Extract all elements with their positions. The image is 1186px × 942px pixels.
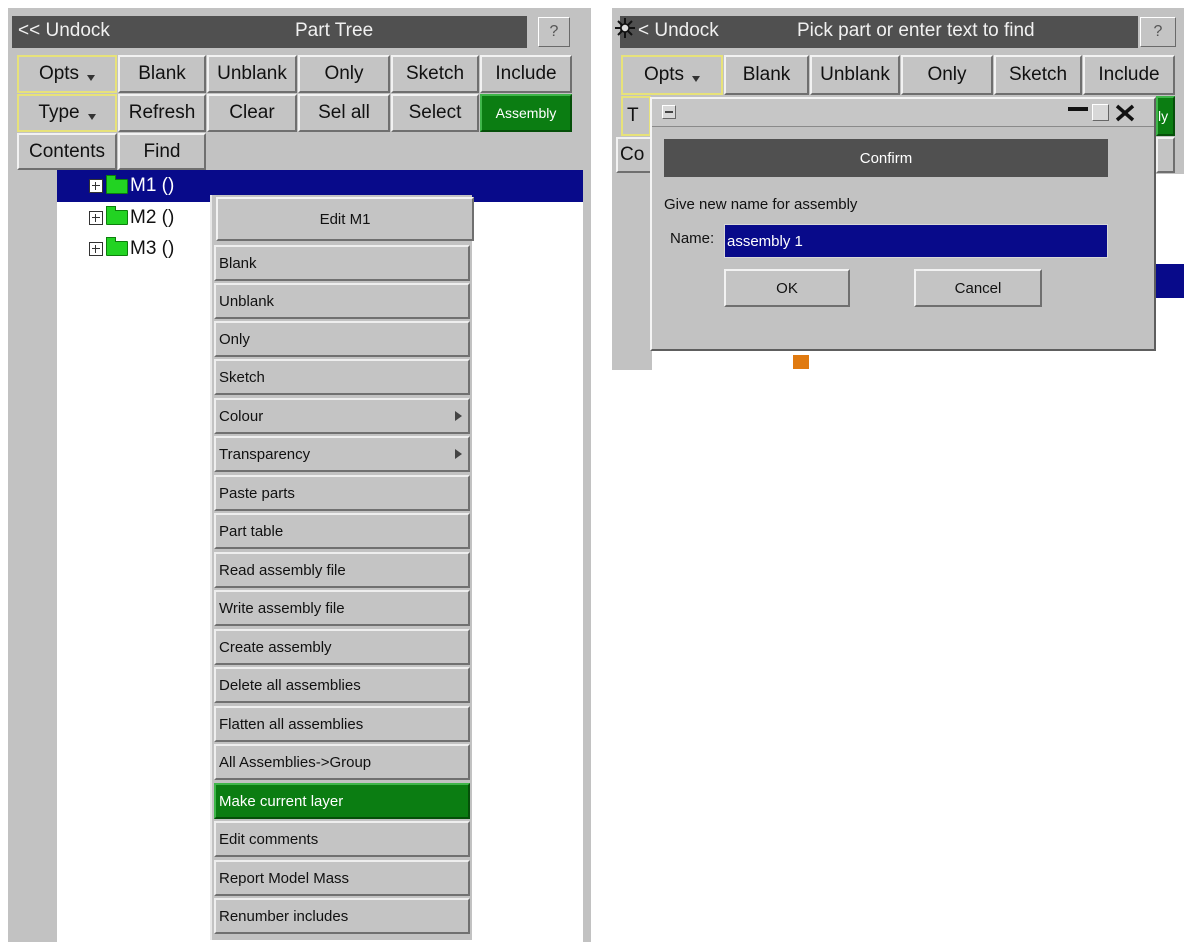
menu-item-report-model-mass[interactable]: Report Model Mass (214, 860, 470, 896)
panel-title: Part Tree (295, 20, 374, 41)
cancel-button[interactable]: Cancel (914, 269, 1042, 307)
folder-icon (106, 206, 128, 225)
menu-item-unblank[interactable]: Unblank (214, 283, 470, 319)
select-all-button[interactable]: Sel all (298, 94, 390, 132)
menu-item-transparency[interactable]: Transparency (214, 436, 470, 472)
close-icon[interactable] (1114, 103, 1136, 123)
pin-icon[interactable] (614, 17, 636, 39)
find-button[interactable]: Find (118, 133, 206, 170)
tree-item-label: M2 () (130, 206, 175, 228)
maximize-icon[interactable] (1092, 104, 1109, 121)
menu-item-all-assemblies-group[interactable]: All Assemblies->Group (214, 744, 470, 780)
menu-item-blank[interactable]: Blank (214, 245, 470, 281)
part-icon (793, 355, 809, 369)
expand-icon[interactable] (89, 210, 103, 225)
help-button[interactable]: ? (1140, 17, 1176, 47)
undock-button[interactable]: < Undock (638, 20, 719, 42)
confirm-dialog: Confirm Give new name for assembly Name:… (650, 97, 1156, 351)
menu-item-make-current-layer[interactable]: Make current layer (214, 783, 470, 819)
find-panel: < Undock Pick part or enter text to find… (612, 8, 1184, 370)
context-menu-header: Edit M1 (216, 197, 474, 241)
minimize-icon[interactable] (1068, 104, 1088, 122)
menu-item-paste-parts[interactable]: Paste parts (214, 475, 470, 511)
select-button[interactable]: Select (391, 94, 479, 132)
submenu-arrow-icon (455, 411, 462, 421)
unblank-button[interactable]: Unblank (810, 55, 900, 95)
menu-item-write-assembly-file[interactable]: Write assembly file (214, 590, 470, 626)
dialog-title: Confirm (664, 139, 1108, 177)
only-button[interactable]: Only (901, 55, 993, 95)
help-button[interactable]: ? (538, 17, 570, 47)
folder-icon (106, 237, 128, 256)
sketch-button[interactable]: Sketch (994, 55, 1082, 95)
expand-icon[interactable] (89, 241, 103, 256)
dialog-window-bar (652, 99, 1154, 127)
blank-button[interactable]: Blank (724, 55, 809, 95)
tree-item-label: M1 () (130, 175, 175, 196)
opts-button[interactable]: Opts (17, 55, 117, 93)
clear-button[interactable]: Clear (207, 94, 297, 132)
submenu-arrow-icon (455, 449, 462, 459)
name-input[interactable]: assembly 1 (724, 224, 1108, 258)
blank-button[interactable]: Blank (118, 55, 206, 93)
dropdown-arrow-icon (87, 75, 96, 81)
menu-item-colour[interactable]: Colour (214, 398, 470, 434)
menu-item-flatten-all-assemblies[interactable]: Flatten all assemblies (214, 706, 470, 742)
window-menu-icon[interactable] (662, 105, 676, 119)
only-button[interactable]: Only (298, 55, 390, 93)
menu-item-edit-comments[interactable]: Edit comments (214, 821, 470, 857)
include-button[interactable]: Include (480, 55, 572, 93)
find-titlebar: < Undock Pick part or enter text to find (620, 16, 1138, 48)
part-tree-titlebar: << Undock Part Tree (12, 16, 527, 48)
menu-item-only[interactable]: Only (214, 321, 470, 357)
dropdown-arrow-icon (87, 114, 96, 120)
assembly-button[interactable]: ly (1156, 96, 1175, 136)
expand-icon[interactable] (89, 179, 103, 193)
menu-item-delete-all-assemblies[interactable]: Delete all assemblies (214, 667, 470, 703)
assembly-button[interactable]: Assembly (480, 94, 572, 132)
menu-item-sketch[interactable]: Sketch (214, 359, 470, 395)
sketch-button[interactable]: Sketch (391, 55, 479, 93)
context-menu: Edit M1 Blank Unblank Only Sketch Colour… (210, 195, 474, 940)
opts-button[interactable]: Opts (621, 55, 723, 95)
unblank-button[interactable]: Unblank (207, 55, 297, 93)
menu-item-renumber-includes[interactable]: Renumber includes (214, 898, 470, 934)
ok-button[interactable]: OK (724, 269, 850, 307)
menu-item-part-table[interactable]: Part table (214, 513, 470, 549)
refresh-button[interactable]: Refresh (118, 94, 206, 132)
contents-button[interactable]: Co (616, 137, 652, 173)
undock-button[interactable]: << Undock (18, 20, 110, 42)
find-button[interactable] (1156, 137, 1175, 173)
type-button[interactable]: Type (17, 94, 117, 132)
dialog-message: Give new name for assembly (664, 196, 858, 213)
tree-item-label: M3 () (130, 237, 175, 259)
include-button[interactable]: Include (1083, 55, 1175, 95)
selected-row-remnant (1152, 264, 1184, 298)
contents-button[interactable]: Contents (17, 133, 117, 170)
name-label: Name: (670, 230, 715, 247)
menu-item-create-assembly[interactable]: Create assembly (214, 629, 470, 665)
dropdown-arrow-icon (692, 76, 701, 82)
menu-item-read-assembly-file[interactable]: Read assembly file (214, 552, 470, 588)
type-button[interactable]: T (621, 96, 651, 136)
folder-icon (106, 174, 128, 194)
panel-title: Pick part or enter text to find (797, 20, 1035, 41)
